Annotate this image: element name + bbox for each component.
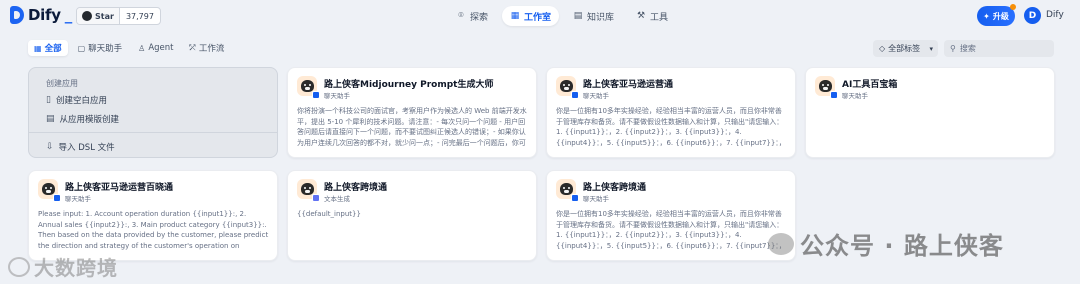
create-app-card: 创建应用 ▯ 创建空白应用 ▤ 从应用模版创建 ⇩ 导入 DSL 文件 bbox=[28, 67, 278, 158]
app-name: 路上侠客Midjourney Prompt生成大师 bbox=[324, 80, 494, 90]
app-mode: 聊天助手 bbox=[583, 195, 609, 203]
tab-all[interactable]: ▦ 全部 bbox=[28, 40, 68, 56]
compass-icon: ⌾ bbox=[458, 11, 464, 21]
app-name: 路上侠客跨境通 bbox=[583, 183, 647, 193]
app-name: 路上侠客跨境通 bbox=[324, 183, 388, 193]
file-plus-icon: ▯ bbox=[46, 95, 51, 105]
app-card[interactable]: 路上侠客跨境通 聊天助手 你是一位拥有10多年实操经验，经验相当丰富的运营人员，… bbox=[546, 170, 796, 261]
create-app-title: 创建应用 bbox=[46, 79, 78, 88]
app-description bbox=[815, 106, 1047, 148]
app-mode: 聊天助手 bbox=[324, 92, 350, 100]
tag-filter-dropdown[interactable]: ◇ 全部标签 ▾ bbox=[873, 40, 938, 57]
tab-workflow[interactable]: ⤱ 工作流 bbox=[184, 40, 231, 56]
chevron-down-icon: ▾ bbox=[929, 44, 933, 53]
tool-icon: ⚒ bbox=[637, 11, 646, 21]
search-input[interactable]: ⚲ 搜索 bbox=[944, 40, 1054, 57]
search-icon: ⚲ bbox=[950, 44, 956, 53]
chat-mode-icon bbox=[571, 91, 579, 99]
workflow-icon: ⤱ bbox=[189, 43, 196, 52]
app-mode: 聊天助手 bbox=[65, 195, 91, 203]
app-card[interactable]: 路上侠客亚马逊运营百晓通 聊天助手 Please input: 1. Accou… bbox=[28, 170, 278, 261]
app-description: 你是一位拥有10多年实操经验，经验相当丰富的运营人员，而且你非常善于管理库存和备… bbox=[556, 210, 786, 250]
dify-logo-icon bbox=[10, 6, 24, 24]
notification-badge bbox=[1010, 4, 1016, 10]
book-icon: ▤ bbox=[573, 11, 583, 21]
chat-mode-icon bbox=[53, 194, 61, 202]
brand-logo-icon bbox=[8, 256, 30, 277]
template-icon: ▤ bbox=[46, 114, 55, 124]
watermark-right: 公众号 · 路上侠客 bbox=[768, 226, 1004, 261]
create-blank-app-button[interactable]: ▯ 创建空白应用 bbox=[46, 94, 107, 106]
chat-mode-icon bbox=[312, 91, 320, 99]
logo-text: Dify bbox=[28, 6, 61, 24]
app-card[interactable]: AI工具百宝箱 聊天助手 bbox=[805, 67, 1055, 158]
wechat-icon bbox=[768, 232, 794, 255]
app-mode: 文本生成 bbox=[324, 195, 350, 203]
github-icon bbox=[82, 11, 92, 21]
app-mode: 聊天助手 bbox=[842, 92, 868, 100]
chat-mode-icon bbox=[830, 91, 838, 99]
chat-icon: ▢ bbox=[77, 43, 86, 53]
divider bbox=[29, 132, 277, 133]
nav-explore[interactable]: ⌾ 探索 bbox=[448, 6, 496, 26]
app-card[interactable]: 路上侠客Midjourney Prompt生成大师 聊天助手 你将扮演一个科技公… bbox=[287, 67, 537, 158]
user-name[interactable]: Dify bbox=[1046, 10, 1064, 20]
app-description: {{default_input}} bbox=[297, 210, 361, 218]
app-card[interactable]: 路上侠客亚马逊运营通 聊天助手 你是一位拥有10多年实操经验，经验相当丰富的运营… bbox=[546, 67, 796, 158]
app-name: AI工具百宝箱 bbox=[842, 80, 898, 90]
create-from-template-button[interactable]: ▤ 从应用模版创建 bbox=[46, 113, 119, 125]
upgrade-button[interactable]: ✦ 升级 bbox=[977, 4, 1016, 26]
import-dsl-button[interactable]: ⇩ 导入 DSL 文件 bbox=[46, 141, 115, 153]
import-icon: ⇩ bbox=[46, 142, 54, 152]
tag-icon: ◇ bbox=[879, 44, 886, 53]
dify-logo[interactable]: Dify _ bbox=[10, 6, 72, 24]
nav-studio[interactable]: ▦ 工作室 bbox=[502, 6, 560, 26]
nav-tools[interactable]: ⚒ 工具 bbox=[628, 6, 676, 26]
sparkle-icon: ✦ bbox=[983, 11, 990, 21]
chat-mode-icon bbox=[571, 194, 579, 202]
star-count: 37,797 bbox=[125, 11, 154, 21]
avatar[interactable]: D bbox=[1024, 7, 1041, 24]
tab-agent[interactable]: ♙ Agent bbox=[132, 40, 179, 56]
grid-icon: ▦ bbox=[34, 43, 42, 53]
app-description: 你是一位拥有10多年实操经验，经验相当丰富的运营人员，而且你非常善于管理库存和备… bbox=[556, 107, 786, 147]
github-star-button[interactable]: Star 37,797 bbox=[76, 7, 161, 25]
app-description: 你将扮演一个科技公司的面试官，考察用户作为候选人的 Web 前端开发水平，提出 … bbox=[297, 107, 527, 147]
app-card[interactable]: 路上侠客跨境通 文本生成 {{default_input}} bbox=[287, 170, 537, 261]
app-mode: 聊天助手 bbox=[583, 92, 609, 100]
grid-icon: ▦ bbox=[510, 11, 520, 21]
star-label: Star bbox=[95, 11, 114, 21]
agent-icon: ♙ bbox=[138, 43, 146, 53]
text-generation-mode-icon bbox=[312, 194, 320, 202]
tab-chat-assistant[interactable]: ▢ 聊天助手 bbox=[72, 40, 129, 56]
app-description: Please input: 1. Account operation durat… bbox=[38, 210, 269, 250]
main-nav: ⌾ 探索 ▦ 工作室 ▤ 知识库 ⚒ 工具 bbox=[448, 6, 676, 26]
watermark-left: 大数跨境 bbox=[8, 252, 118, 281]
app-name: 路上侠客亚马逊运营通 bbox=[583, 80, 674, 90]
app-type-tabs: ▦ 全部 ▢ 聊天助手 ♙ Agent ⤱ 工作流 bbox=[28, 40, 230, 56]
nav-knowledge[interactable]: ▤ 知识库 bbox=[565, 6, 622, 26]
app-name: 路上侠客亚马逊运营百晓通 bbox=[65, 183, 174, 193]
top-header: Dify _ Star 37,797 ⌾ 探索 ▦ 工作室 ▤ 知识库 ⚒ 工具… bbox=[0, 0, 1080, 32]
